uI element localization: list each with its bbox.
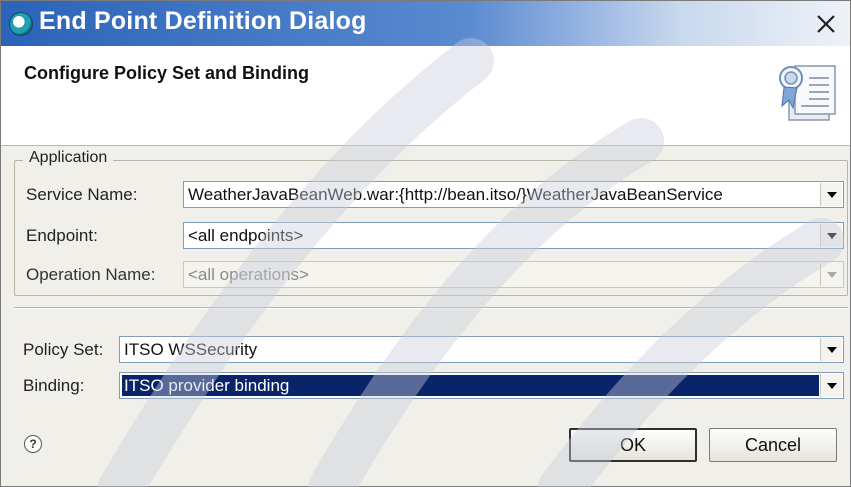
service-name-label: Service Name: bbox=[26, 185, 138, 204]
operation-name-combo: <all operations> bbox=[183, 261, 844, 288]
end-point-definition-dialog: End Point Definition Dialog Configure Po… bbox=[0, 0, 851, 487]
help-icon[interactable]: ? bbox=[24, 435, 42, 453]
ok-button[interactable]: OK bbox=[569, 428, 697, 462]
close-button[interactable] bbox=[812, 11, 840, 39]
divider bbox=[14, 307, 848, 309]
operation-name-label: Operation Name: bbox=[26, 265, 156, 284]
policy-document-icon bbox=[779, 65, 836, 121]
policy-set-combo[interactable]: ITSO WSSecurity bbox=[119, 336, 844, 363]
binding-combo[interactable]: ITSO provider binding bbox=[119, 372, 844, 399]
window-title: End Point Definition Dialog bbox=[39, 7, 367, 35]
application-group-label: Application bbox=[23, 149, 114, 167]
policy-set-label: Policy Set: bbox=[23, 340, 104, 359]
chevron-down-icon[interactable] bbox=[820, 338, 842, 361]
binding-label: Binding: bbox=[23, 376, 85, 395]
endpoint-label: Endpoint: bbox=[26, 226, 98, 245]
chevron-down-icon bbox=[820, 263, 842, 286]
cancel-button[interactable]: Cancel bbox=[709, 428, 837, 462]
service-name-combo[interactable]: WeatherJavaBeanWeb.war:{http://bean.itso… bbox=[183, 181, 844, 208]
title-bar[interactable]: End Point Definition Dialog bbox=[1, 1, 850, 46]
close-icon bbox=[817, 15, 835, 33]
app-logo-icon bbox=[9, 12, 33, 36]
binding-value: ITSO provider binding bbox=[124, 376, 290, 395]
endpoint-value: <all endpoints> bbox=[188, 226, 304, 245]
endpoint-combo[interactable]: <all endpoints> bbox=[183, 222, 844, 249]
page-title: Configure Policy Set and Binding bbox=[24, 63, 310, 83]
operation-name-value: <all operations> bbox=[188, 265, 309, 284]
service-name-value: WeatherJavaBeanWeb.war:{http://bean.itso… bbox=[188, 185, 723, 204]
chevron-down-icon[interactable] bbox=[820, 224, 842, 247]
dialog-header-banner: Configure Policy Set and Binding bbox=[1, 46, 850, 146]
policy-set-value: ITSO WSSecurity bbox=[124, 340, 258, 359]
chevron-down-icon[interactable] bbox=[820, 183, 842, 206]
chevron-down-icon[interactable] bbox=[820, 374, 842, 397]
